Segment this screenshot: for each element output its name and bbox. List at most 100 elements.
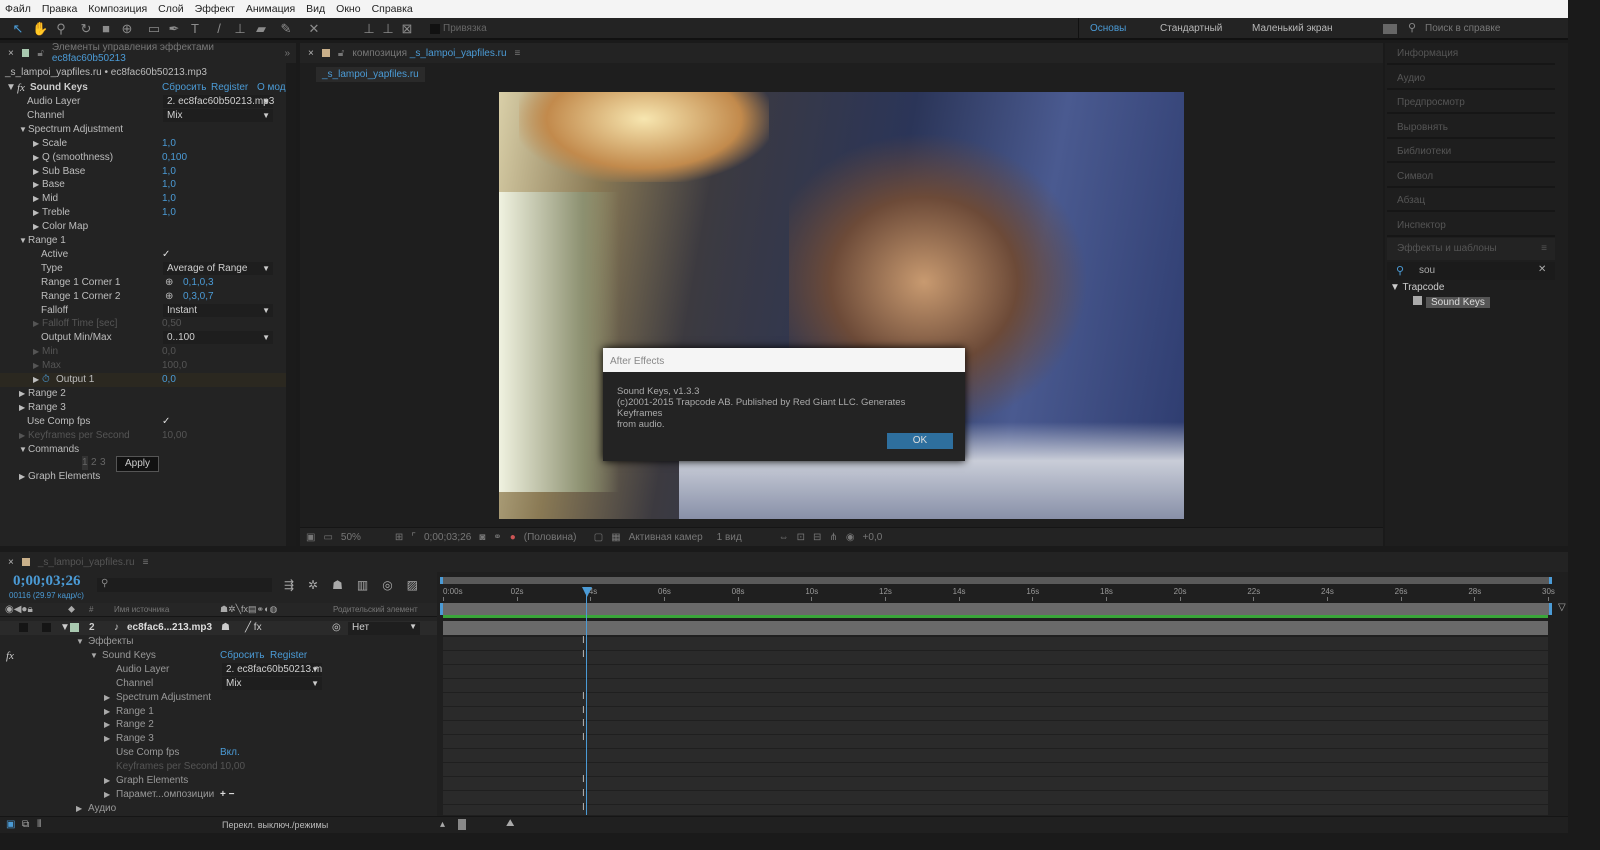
- point-value[interactable]: 0,1,0,3: [183, 276, 214, 290]
- expand-arrow-open-icon[interactable]: ▼: [19, 443, 27, 457]
- zoom-in-icon[interactable]: ⛰: [506, 818, 514, 829]
- always-preview-icon[interactable]: ▣: [306, 532, 315, 543]
- roto-brush-tool-icon[interactable]: ✎: [278, 21, 294, 37]
- menu-item-2[interactable]: Композиция: [88, 3, 147, 15]
- point-target-icon[interactable]: ⊕: [165, 276, 173, 290]
- expand-arrow-closed-icon[interactable]: ▶: [33, 317, 39, 331]
- col-source-name[interactable]: Имя источника: [114, 605, 169, 614]
- shy-icon[interactable]: ☗: [221, 622, 230, 633]
- pin-tool-icon[interactable]: ✕: [306, 21, 322, 37]
- about-link[interactable]: О мод: [257, 81, 286, 95]
- expand-arrow-open-icon[interactable]: ▼: [19, 234, 27, 248]
- property-value[interactable]: 0,0: [162, 373, 176, 387]
- fx-icon[interactable]: fx: [17, 81, 25, 95]
- right-panel-item[interactable]: Выровнять: [1387, 117, 1555, 139]
- modes-toggle-icon[interactable]: ⧉: [22, 819, 29, 830]
- add-remove-buttons[interactable]: + −: [220, 788, 234, 802]
- fx-icon[interactable]: fx: [6, 649, 14, 663]
- menu-item-5[interactable]: Анимация: [246, 3, 295, 15]
- view-axis-icon[interactable]: ⊠: [399, 21, 415, 37]
- stopwatch-icon[interactable]: ⏱: [42, 373, 50, 387]
- close-icon[interactable]: ×: [308, 48, 314, 59]
- right-panel-item[interactable]: Предпросмотр: [1387, 92, 1555, 114]
- timeline-icon[interactable]: ⊡: [797, 532, 805, 543]
- expand-arrow-closed-icon[interactable]: ▶: [33, 192, 39, 206]
- property-value[interactable]: 0,100: [162, 151, 187, 165]
- comp-flowchart-icon[interactable]: ⊟: [813, 532, 821, 543]
- views-dropdown[interactable]: 1 вид: [717, 532, 771, 543]
- zoom-dropdown[interactable]: 50%: [341, 532, 387, 543]
- effects-search-field[interactable]: ⚲ sou ✕: [1387, 262, 1555, 280]
- register-link[interactable]: Register: [211, 81, 248, 95]
- property-dropdown[interactable]: 2. ec8fac60b50213.mp3: [163, 95, 274, 109]
- layer-expand-arrow-icon[interactable]: ▼: [60, 622, 70, 633]
- keyframe-marker-icon[interactable]: I: [582, 691, 589, 702]
- right-panel-item[interactable]: Аудио: [1387, 68, 1555, 90]
- rectangle-tool-icon[interactable]: ▭: [146, 21, 162, 37]
- work-area-navigator[interactable]: [440, 577, 1552, 584]
- keyframe-marker-icon[interactable]: I: [582, 774, 589, 785]
- expand-arrow-closed-icon[interactable]: ▶: [104, 705, 110, 719]
- expand-arrow-closed-icon[interactable]: ▶: [33, 165, 39, 179]
- command-option[interactable]: 3: [100, 456, 106, 470]
- property-value[interactable]: 1,0: [162, 206, 176, 220]
- exposure-value[interactable]: +0,0: [863, 532, 883, 543]
- eraser-tool-icon[interactable]: ▰: [253, 21, 269, 37]
- property-dropdown[interactable]: Instant: [163, 303, 273, 318]
- work-area-bar[interactable]: [440, 603, 1552, 615]
- workspace-tab[interactable]: Стандартный: [1160, 23, 1222, 34]
- exposure-icon[interactable]: ◉: [846, 532, 855, 543]
- monitor-icon[interactable]: ▭: [323, 532, 332, 543]
- property-dropdown[interactable]: 0..100: [163, 331, 273, 345]
- right-panel-item[interactable]: Информация: [1387, 43, 1555, 65]
- expand-arrow-closed-icon[interactable]: ▶: [104, 732, 110, 746]
- playhead-handle-icon[interactable]: [581, 587, 592, 597]
- current-timecode[interactable]: 0;00;03;26: [13, 573, 81, 590]
- comp-timecode[interactable]: 0;00;03;26: [424, 532, 471, 543]
- command-option[interactable]: 1: [82, 456, 88, 471]
- local-axis-icon[interactable]: ⊥: [361, 21, 377, 37]
- property-value[interactable]: Вкл.: [220, 746, 240, 760]
- expand-arrow-closed-icon[interactable]: ▶: [33, 178, 39, 192]
- property-value[interactable]: 1,0: [162, 165, 176, 179]
- zoom-out-icon[interactable]: ▴: [440, 819, 445, 830]
- layer-label-color[interactable]: [70, 623, 79, 632]
- keyframe-marker-icon[interactable]: I: [582, 649, 589, 660]
- snap-checkbox[interactable]: [430, 24, 440, 34]
- stamp-tool-icon[interactable]: ⊥: [232, 21, 248, 37]
- expand-arrow-closed-icon[interactable]: ▶: [104, 691, 110, 705]
- layer-row[interactable]: ▼ 2 ♪ ec8fac6...213.mp3 ☗ ╱ fx ◎ Нет: [0, 621, 437, 635]
- property-value[interactable]: 1,0: [162, 192, 176, 206]
- selection-tool-icon[interactable]: ↖: [10, 21, 26, 37]
- keyframe-marker-icon[interactable]: I: [582, 732, 589, 743]
- clear-search-icon[interactable]: ✕: [1538, 264, 1546, 275]
- grid-icon[interactable]: ⊞: [395, 532, 403, 543]
- timeline-switch-icons[interactable]: ⇶✲☗▥◎▨: [284, 578, 432, 592]
- sync-icon[interactable]: [1383, 24, 1397, 34]
- property-dropdown[interactable]: Mix: [222, 676, 322, 691]
- workspace-tab[interactable]: Основы: [1090, 23, 1126, 34]
- pan-behind-tool-icon[interactable]: ⊕: [119, 21, 135, 37]
- right-panel-item[interactable]: Инспектор: [1387, 215, 1555, 237]
- expand-arrow-closed-icon[interactable]: ▶: [104, 774, 110, 788]
- effect-result-sound-keys[interactable]: Sound Keys: [1413, 296, 1490, 308]
- right-panel-item[interactable]: Символ: [1387, 166, 1555, 188]
- expand-arrow-closed-icon[interactable]: ▶: [19, 401, 25, 415]
- expand-arrow-closed-icon[interactable]: ▶: [33, 220, 39, 234]
- expand-arrow-closed-icon[interactable]: ▶: [76, 802, 82, 816]
- expand-arrow-closed-icon[interactable]: ▶: [104, 788, 110, 802]
- property-value[interactable]: 1,0: [162, 178, 176, 192]
- show-snapshot-icon[interactable]: ⚭: [493, 532, 501, 543]
- expand-arrow-closed-icon[interactable]: ▶: [33, 373, 39, 387]
- zoom-tool-icon[interactable]: ⚲: [53, 21, 69, 37]
- camera-tool-icon[interactable]: ■: [98, 21, 114, 37]
- keyframe-marker-icon[interactable]: I: [582, 718, 589, 729]
- menu-item-0[interactable]: Файл: [5, 3, 31, 15]
- right-panel-item[interactable]: Библиотеки: [1387, 141, 1555, 163]
- help-search-input[interactable]: Поиск в справке: [1425, 23, 1500, 34]
- property-dropdown[interactable]: 2. ec8fac60b50213.m: [222, 662, 322, 677]
- workspace-tab[interactable]: Маленький экран: [1252, 23, 1333, 34]
- keyframe-marker-icon[interactable]: I: [582, 705, 589, 716]
- comp-sub-tab[interactable]: _s_lampoi_yapfiles.ru: [316, 67, 425, 82]
- quality-icon[interactable]: ╱ fx: [245, 622, 262, 633]
